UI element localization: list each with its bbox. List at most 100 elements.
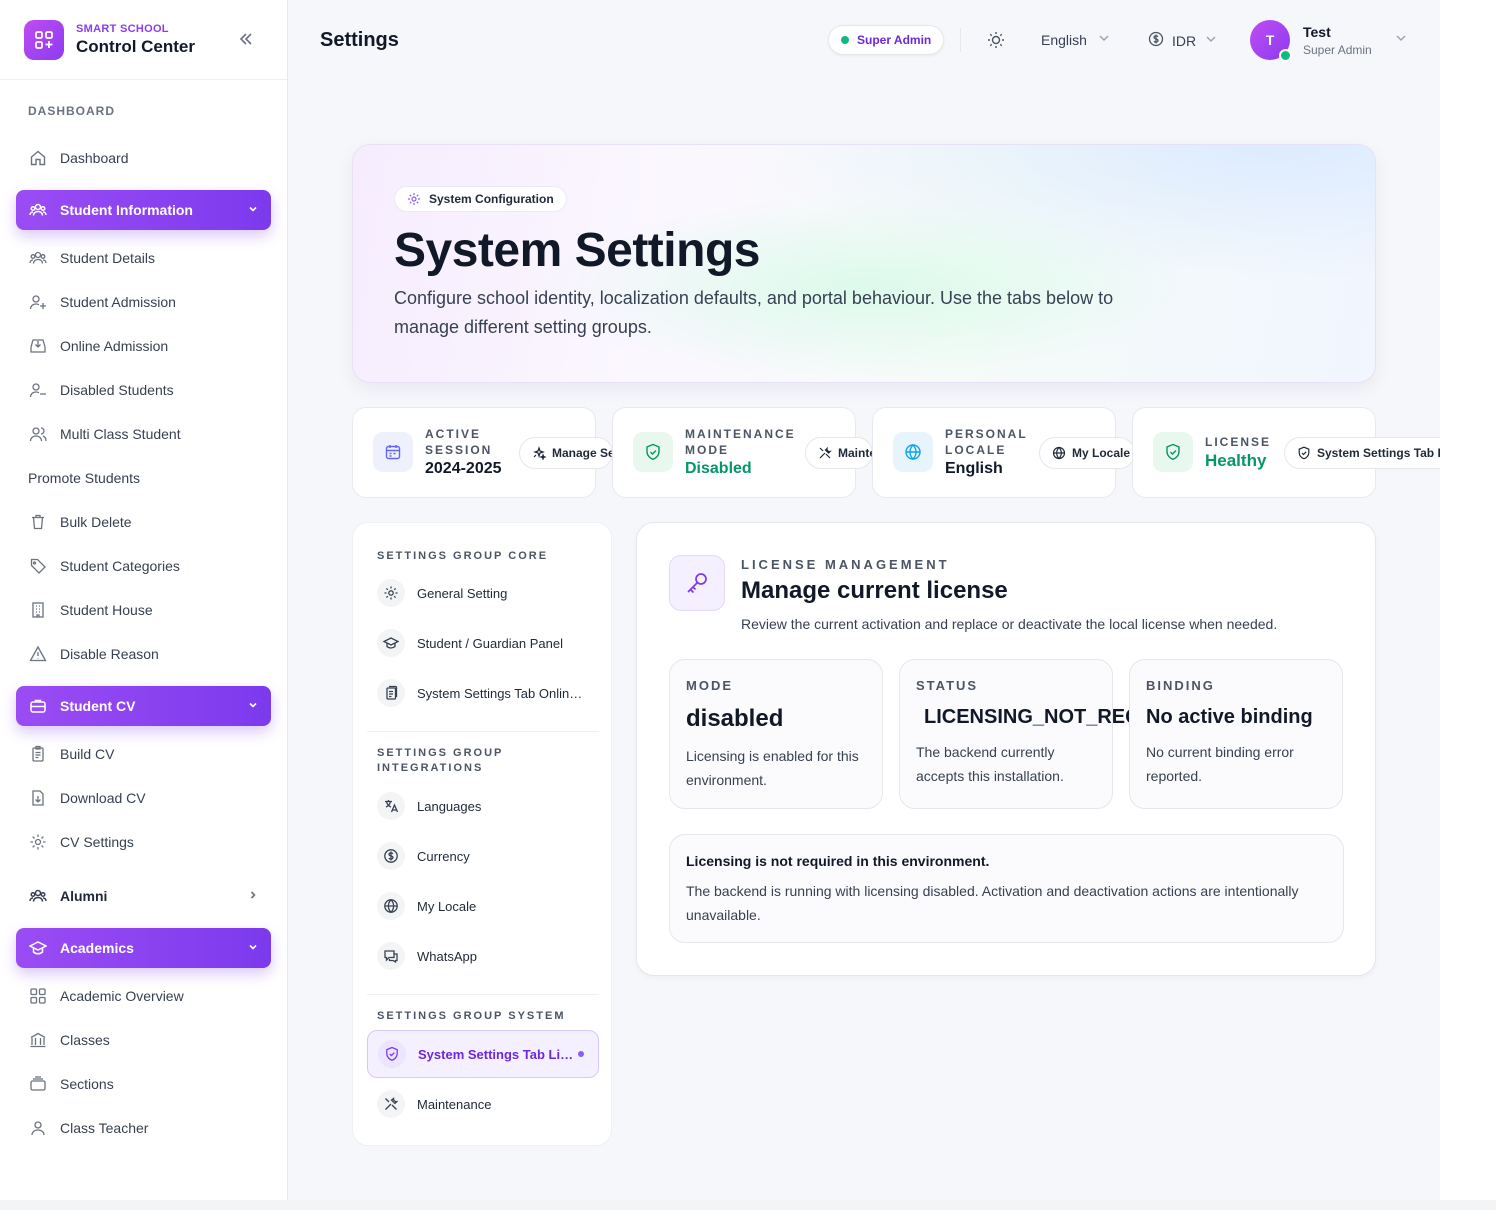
tools-icon bbox=[818, 446, 832, 460]
settings-menu: SETTINGS GROUP CORE General Setting Stud… bbox=[352, 522, 612, 1146]
role-label: Super Admin bbox=[857, 33, 932, 47]
sidebar-item-label: Dashboard bbox=[60, 150, 129, 166]
my-locale-button[interactable]: My Locale bbox=[1039, 437, 1135, 469]
calendar-icon bbox=[373, 432, 413, 472]
key-icon bbox=[669, 555, 725, 611]
menu-item-label: Maintenance bbox=[417, 1096, 492, 1112]
license-status-card: STATUS LICENSING_NOT_REQUIRED The backen… bbox=[899, 659, 1144, 809]
stat-label: MAINTENANCE MODE bbox=[685, 427, 796, 457]
chevron-down-icon bbox=[247, 202, 259, 218]
sidebar-item-disabled-students[interactable]: Disabled Students bbox=[16, 368, 271, 412]
home-icon bbox=[28, 148, 48, 168]
sidebar-item-dashboard[interactable]: Dashboard bbox=[16, 136, 271, 180]
notice-text: The backend is running with licensing di… bbox=[686, 883, 1299, 923]
horizontal-scrollbar[interactable] bbox=[0, 1200, 1496, 1210]
chevron-down-icon bbox=[1394, 31, 1408, 50]
translate-icon bbox=[377, 792, 405, 820]
user-plus-icon bbox=[28, 292, 48, 312]
chevron-down-icon bbox=[247, 940, 259, 956]
sidebar-item-label: Student Details bbox=[60, 250, 155, 266]
sidebar-item-student-admission[interactable]: Student Admission bbox=[16, 280, 271, 324]
menu-item-currency[interactable]: Currency bbox=[367, 832, 599, 880]
inbox-download-icon bbox=[28, 336, 48, 356]
user-name: Test bbox=[1303, 23, 1331, 40]
menu-item-languages[interactable]: Languages bbox=[367, 782, 599, 830]
active-indicator bbox=[578, 1051, 584, 1057]
menu-item-online-admission[interactable]: System Settings Tab Online Admission bbox=[367, 669, 599, 717]
button-label: Maintenance bbox=[838, 446, 872, 460]
sidebar-group-label: Student CV bbox=[60, 698, 136, 714]
sidebar-item-label: Disable Reason bbox=[60, 646, 159, 662]
maintenance-button[interactable]: Maintenance bbox=[805, 437, 873, 469]
sidebar-item-label: Student House bbox=[60, 602, 153, 618]
panel-description: Review the current activation and replac… bbox=[741, 616, 1278, 632]
users-icon bbox=[28, 200, 48, 220]
menu-item-general-setting[interactable]: General Setting bbox=[367, 569, 599, 617]
document-icon bbox=[28, 744, 48, 764]
sidebar-item-download-cv[interactable]: Download CV bbox=[16, 776, 271, 820]
role-badge: Super Admin bbox=[828, 25, 945, 55]
manage-sessions-button[interactable]: Manage Sessions bbox=[519, 437, 613, 469]
license-panel: LICENSE MANAGEMENT Manage current licens… bbox=[636, 522, 1376, 976]
sidebar-item-academic-overview[interactable]: Academic Overview bbox=[16, 974, 271, 1018]
currency-value: IDR bbox=[1172, 32, 1197, 49]
avatar: T bbox=[1250, 20, 1292, 62]
sidebar-item-cv-settings[interactable]: CV Settings bbox=[16, 820, 271, 864]
sidebar-group-alumni[interactable]: Alumni bbox=[16, 874, 271, 918]
language-select[interactable]: English bbox=[1041, 31, 1111, 48]
sidebar-item-class-teacher[interactable]: Class Teacher bbox=[16, 1106, 271, 1150]
card-text: No current binding error reported. bbox=[1146, 744, 1294, 784]
tools-icon bbox=[377, 1090, 405, 1118]
sidebar-item-promote-students[interactable]: Promote Students bbox=[16, 456, 271, 500]
sidebar-item-student-house[interactable]: Student House bbox=[16, 588, 271, 632]
sidebar-item-online-admission[interactable]: Online Admission bbox=[16, 324, 271, 368]
graduation-cap-icon bbox=[28, 938, 48, 958]
sidebar-group-academics[interactable]: Academics bbox=[16, 928, 271, 968]
sidebar-item-student-categories[interactable]: Student Categories bbox=[16, 544, 271, 588]
briefcase-icon bbox=[28, 696, 48, 716]
sidebar-item-classes[interactable]: Classes bbox=[16, 1018, 271, 1062]
sidebar-item-bulk-delete[interactable]: Bulk Delete bbox=[16, 500, 271, 544]
sidebar-group-student-cv[interactable]: Student CV bbox=[16, 686, 271, 726]
sidebar-item-student-details[interactable]: Student Details bbox=[16, 236, 271, 280]
menu-item-label: Languages bbox=[417, 798, 482, 814]
menu-item-label: General Setting bbox=[417, 585, 508, 601]
user-menu[interactable]: T Test Super Admin bbox=[1250, 20, 1408, 62]
menu-item-student-guardian-panel[interactable]: Student / Guardian Panel bbox=[367, 619, 599, 667]
sidebar-item-label: Sections bbox=[60, 1076, 114, 1092]
card-value: disabled bbox=[686, 705, 784, 732]
sidebar-item-label: Disabled Students bbox=[60, 382, 174, 398]
sidebar-item-disable-reason[interactable]: Disable Reason bbox=[16, 632, 271, 676]
card-label: BINDING bbox=[1146, 678, 1215, 693]
sidebar-group-student-information[interactable]: Student Information bbox=[16, 190, 271, 230]
nav-heading-dashboard: DASHBOARD bbox=[28, 104, 115, 118]
menu-item-my-locale[interactable]: My Locale bbox=[367, 882, 599, 930]
brand-title: Control Center bbox=[76, 36, 195, 56]
sidebar-item-sections[interactable]: Sections bbox=[16, 1062, 271, 1106]
gear-icon bbox=[407, 192, 421, 206]
menu-item-label: Currency bbox=[417, 848, 470, 864]
menu-divider bbox=[367, 994, 599, 995]
sidebar-item-label: Bulk Delete bbox=[60, 514, 132, 530]
sidebar-item-multi-class-student[interactable]: Multi Class Student bbox=[16, 412, 271, 456]
shield-check-icon bbox=[1153, 432, 1193, 472]
menu-item-maintenance[interactable]: Maintenance bbox=[367, 1080, 599, 1128]
brand: SMART SCHOOL Control Center bbox=[0, 0, 287, 80]
page-edge bbox=[1440, 0, 1496, 1210]
sidebar-group-label: Academics bbox=[60, 940, 134, 956]
menu-item-license[interactable]: System Settings Tab License bbox=[367, 1030, 599, 1078]
gear-icon bbox=[377, 579, 405, 607]
collapse-sidebar-icon[interactable] bbox=[235, 28, 257, 50]
sidebar-item-label: Online Admission bbox=[60, 338, 169, 354]
stat-value: Disabled bbox=[685, 460, 752, 477]
sun-icon[interactable] bbox=[986, 30, 1006, 50]
license-notice: Licensing is not required in this enviro… bbox=[669, 834, 1344, 943]
hero-description: Configure school identity, localization … bbox=[394, 288, 1114, 337]
currency-icon bbox=[377, 842, 405, 870]
card-value: LICENSING_NOT_REQUIRED bbox=[924, 706, 1144, 728]
menu-item-whatsapp[interactable]: WhatsApp bbox=[367, 932, 599, 980]
tag-icon bbox=[28, 556, 48, 576]
menu-group-heading: SETTINGS GROUP INTEGRATIONS bbox=[377, 747, 504, 774]
currency-select[interactable]: IDR bbox=[1148, 31, 1218, 50]
sidebar-item-build-cv[interactable]: Build CV bbox=[16, 732, 271, 776]
